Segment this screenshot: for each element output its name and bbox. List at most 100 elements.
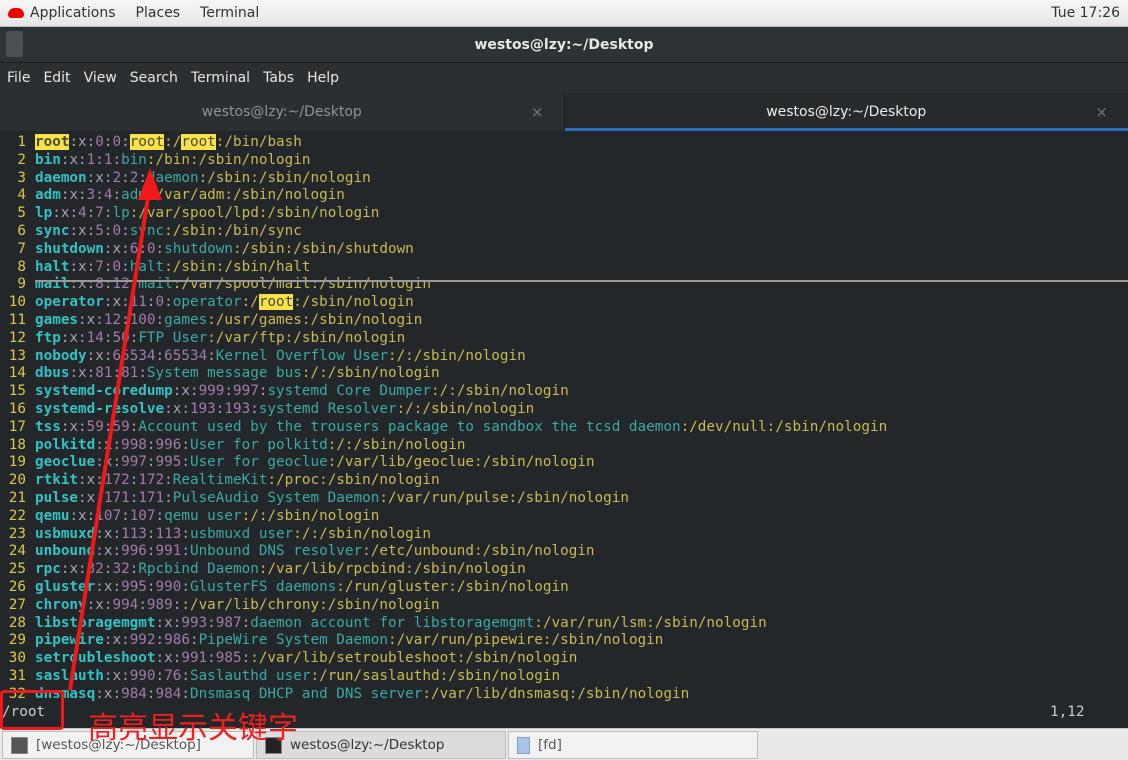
line-number: 3 — [17, 169, 26, 186]
terminal-area[interactable]: 1 root:x:0:0:root:/root:/bin/bash 2 bin:x:1… — [0, 133, 1128, 728]
line-number: 31 — [8, 668, 26, 684]
cursor-line — [35, 280, 1128, 282]
menu-edit[interactable]: Edit — [43, 70, 70, 86]
line-number: 13 — [8, 347, 26, 364]
menu-tabs[interactable]: Tabs — [263, 70, 294, 86]
close-icon[interactable]: × — [1095, 93, 1108, 131]
buffer-line: 28 libstoragemgmt:x:993:987:daemon accoun… — [0, 614, 767, 632]
line-number: 24 — [8, 543, 26, 560]
menu-view[interactable]: View — [84, 70, 117, 86]
buffer-line: 9 mail:x:8:12:mail:/var/spool/mail:/sbin/… — [0, 275, 431, 293]
line-number: 15 — [8, 383, 26, 400]
red-box-annotation — [0, 690, 64, 730]
line-number: 7 — [17, 240, 26, 257]
line-number: 1 — [17, 134, 26, 150]
line-number: 17 — [8, 418, 26, 435]
buffer-line: 23 usbmuxd:x:113:113:usbmuxd user:/:/sbin… — [0, 525, 431, 543]
menu-terminal[interactable]: Terminal — [191, 70, 250, 86]
window-titlebar: westos@lzy:~/Desktop — [0, 27, 1128, 63]
line-number: 18 — [8, 436, 26, 453]
line-number: 5 — [17, 205, 26, 222]
line-number: 30 — [8, 650, 26, 667]
buffer-line: 20 rtkit:x:172:172:RealtimeKit:/proc:/sbi… — [0, 471, 440, 489]
line-number: 8 — [17, 258, 26, 275]
buffer-line: 6 sync:x:5:0:sync:/sbin:/bin/sync — [0, 222, 301, 240]
line-number: 16 — [8, 401, 26, 417]
line-number: 14 — [8, 365, 26, 382]
buffer-line: 1 root:x:0:0:root:/root:/bin/bash — [0, 133, 302, 151]
menu-file[interactable]: File — [7, 70, 30, 86]
tab-label: westos@lzy:~/Desktop — [766, 104, 927, 120]
line-number: 6 — [17, 223, 26, 239]
buffer-line: 5 lp:x:4:7:lp:/var/spool/lpd:/sbin/nologi… — [0, 204, 379, 222]
buffer-line: 26 gluster:x:995:990:GlusterFS daemons:/r… — [0, 578, 569, 596]
tab-label: westos@lzy:~/Desktop — [201, 104, 362, 120]
line-number: 12 — [8, 329, 26, 346]
places-menu[interactable]: Places — [136, 5, 181, 21]
buffer-line: 24 unbound:x:996:991:Unbound DNS resolver… — [0, 542, 595, 560]
search-match: root — [129, 134, 165, 150]
tab-2[interactable]: westos@lzy:~/Desktop × — [564, 93, 1128, 131]
close-icon[interactable]: × — [531, 93, 544, 131]
buffer-line: 15 systemd-coredump:x:999:997:systemd Cor… — [0, 382, 569, 400]
menu-help[interactable]: Help — [307, 70, 339, 86]
buffer-line: 17 tss:x:59:59:Account used by the trouse… — [0, 418, 887, 436]
buffer-line: 14 dbus:x:81:81:System message bus:/:/sbi… — [0, 364, 440, 382]
buffer-line: 21 pulse:x:171:171:PulseAudio System Daem… — [0, 489, 629, 507]
buffer-line: 31 saslauth:x:990:76:Saslauthd user:/run/… — [0, 667, 560, 685]
applications-menu[interactable]: Applications — [30, 5, 116, 21]
buffer-line: 25 rpc:x:32:32:Rpcbind Daemon:/var/lib/rp… — [0, 560, 526, 578]
terminal-app-menu[interactable]: Terminal — [200, 5, 259, 21]
line-number: 26 — [8, 579, 26, 595]
buffer-line: 32 dnsmasq:x:984:984:Dnsmasq DHCP and DNS… — [0, 685, 689, 703]
buffer-line: 2 bin:x:1:1:bin:/bin:/sbin/nologin — [0, 151, 310, 169]
terminal-window-icon — [6, 31, 23, 57]
menu-search[interactable]: Search — [130, 70, 178, 86]
buffer-line: 7 shutdown:x:6:0:shutdown:/sbin:/sbin/shu… — [0, 240, 413, 258]
buffer-line: 16 systemd-resolve:x:193:193:systemd Reso… — [0, 400, 535, 418]
line-number: 2 — [17, 151, 26, 168]
search-match: root — [258, 294, 294, 311]
menubar: File Edit View Search Terminal Tabs Help — [0, 63, 1128, 93]
line-number: 23 — [8, 525, 26, 542]
buffer-line: 29 pipewire:x:992:986:PipeWire System Dae… — [0, 631, 664, 649]
taskbar-item[interactable]: [fd] — [508, 731, 758, 759]
redhat-logo-icon — [8, 8, 24, 18]
annotation-text: 高亮显示关键字 — [88, 711, 298, 746]
line-number: 19 — [8, 454, 26, 471]
terminal-icon — [11, 736, 28, 754]
window-title: westos@lzy:~/Desktop — [474, 37, 654, 53]
line-number: 22 — [8, 507, 26, 524]
taskbar-label: westos@lzy:~/Desktop — [290, 737, 445, 753]
clock[interactable]: Tue 17:26 — [1051, 5, 1120, 21]
line-number: 28 — [8, 614, 26, 631]
buffer-line: 3 daemon:x:2:2:daemon:/sbin:/sbin/nologin — [0, 169, 370, 187]
buffer-line: 10 operator:x:11:0:operator:/root:/sbin/n… — [0, 293, 414, 311]
line-number: 27 — [8, 596, 26, 613]
tab-bar: westos@lzy:~/Desktop × westos@lzy:~/Desk… — [0, 93, 1128, 131]
buffer-line: 19 geoclue:x:997:995:User for geoclue:/va… — [0, 453, 595, 471]
top-panel: Applications Places Terminal Tue 17:26 — [0, 0, 1128, 27]
tab-1[interactable]: westos@lzy:~/Desktop × — [0, 93, 565, 131]
buffer-line: 18 polkitd:x:998:996:User for polkitd:/:/… — [0, 436, 466, 454]
line-number: 9 — [17, 276, 26, 293]
line-number: 20 — [8, 472, 26, 489]
buffer-line: 12 ftp:x:14:50:FTP User:/var/ftp:/sbin/no… — [0, 329, 405, 347]
line-number: 10 — [8, 294, 26, 311]
line-number: 4 — [17, 187, 26, 204]
buffer-line: 11 games:x:12:100:games:/usr/games:/sbin/… — [0, 311, 423, 329]
file-icon — [517, 736, 530, 754]
line-number: 25 — [8, 561, 26, 578]
buffer-line: 13 nobody:x:65534:65534:Kernel Overflow U… — [0, 347, 526, 365]
taskbar-label: [fd] — [538, 737, 562, 753]
line-number: 21 — [8, 490, 26, 506]
buffer-line: 4 adm:x:3:4:adm:/var/adm:/sbin/nologin — [0, 186, 345, 204]
buffer-line: 27 chrony:x:994:989::/var/lib/chrony:/sbi… — [0, 596, 440, 614]
line-number: 11 — [8, 312, 26, 328]
cursor-position: 1,12 — [1050, 704, 1085, 720]
buffer-line: 8 halt:x:7:0:halt:/sbin:/sbin/halt — [0, 258, 310, 276]
search-match: root — [181, 134, 216, 150]
buffer-line: 30 setroubleshoot:x:991:985::/var/lib/set… — [0, 649, 578, 667]
search-match: root — [35, 134, 70, 150]
line-number: 29 — [8, 632, 26, 649]
